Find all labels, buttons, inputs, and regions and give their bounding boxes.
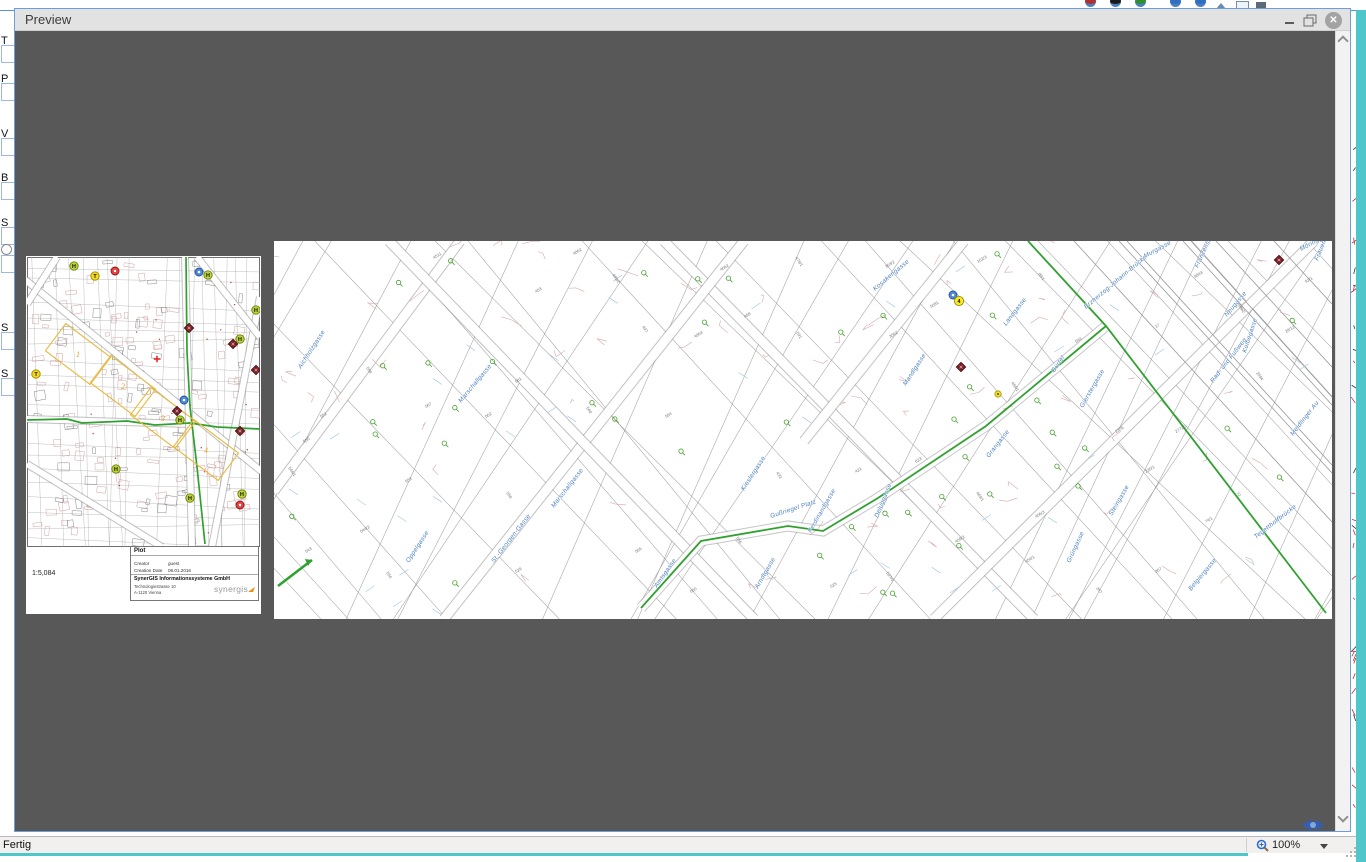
status-separator bbox=[1246, 838, 1247, 852]
strip-index-number: 4 bbox=[204, 446, 208, 455]
title-block-title: Plot bbox=[131, 547, 258, 556]
synergis-logo: synergis bbox=[214, 584, 254, 594]
map-title-block: Plot Creatorguest Creation Date08.01.201… bbox=[130, 546, 259, 601]
map-marker-h: H bbox=[70, 262, 78, 270]
company-address: Technologiestrasse 10 A-1120 Vienna bbox=[134, 584, 176, 597]
form-input[interactable] bbox=[1, 45, 14, 63]
map-marker-red bbox=[236, 501, 244, 509]
zoom-magnifier-icon[interactable] bbox=[1256, 839, 1269, 852]
map-marker-y4: 4 bbox=[954, 296, 963, 305]
map-marker-h: H bbox=[176, 416, 184, 424]
map-marker-blue bbox=[195, 268, 203, 276]
form-input[interactable] bbox=[1, 255, 14, 273]
creator-value: guest bbox=[168, 560, 179, 567]
zoom-level[interactable]: 100% bbox=[1272, 838, 1300, 853]
window-title: Preview bbox=[25, 12, 71, 27]
strip-index-number: 2 bbox=[121, 382, 125, 391]
svg-text:H: H bbox=[206, 273, 210, 279]
background-form-panel: T P V B S S S bbox=[0, 11, 14, 836]
scroll-up-icon[interactable] bbox=[1336, 31, 1350, 48]
preview-scrollbar[interactable] bbox=[1335, 31, 1350, 831]
map-marker-h: H bbox=[238, 490, 246, 498]
company-name: SynerGIS Informationssysteme GmbH bbox=[131, 574, 258, 583]
creator-label: Creator bbox=[134, 560, 168, 567]
toolbar-icon-red[interactable] bbox=[1085, 0, 1096, 7]
map-marker-t: T bbox=[91, 272, 99, 280]
map-scale-text: 1:5,084 bbox=[32, 570, 55, 577]
form-radio[interactable] bbox=[1, 244, 12, 255]
svg-text:H: H bbox=[114, 467, 118, 473]
close-icon[interactable]: ✕ bbox=[1325, 12, 1342, 29]
status-text: Fertig bbox=[3, 838, 31, 853]
map-marker-h: H bbox=[186, 494, 194, 502]
strip-index-number: 3 bbox=[160, 414, 165, 423]
resize-grip[interactable] bbox=[1345, 847, 1357, 859]
scroll-down-icon[interactable] bbox=[1336, 810, 1350, 827]
zoom-dropdown-caret-icon[interactable] bbox=[1320, 844, 1328, 849]
blue-ornament-icon bbox=[1300, 817, 1326, 833]
svg-text:4: 4 bbox=[958, 299, 961, 305]
toolbar-icon-black[interactable] bbox=[1110, 0, 1121, 7]
form-input[interactable] bbox=[1, 182, 14, 200]
svg-text:H: H bbox=[254, 308, 258, 314]
form-input[interactable] bbox=[1, 227, 14, 245]
map-marker-h: H bbox=[112, 465, 120, 473]
map-marker-h: H bbox=[252, 306, 260, 314]
status-bar: Fertig 100% bbox=[0, 836, 1356, 853]
strip-index-number: 1 bbox=[76, 350, 80, 359]
teal-edge-bar bbox=[1356, 10, 1366, 862]
preview-titlebar[interactable]: Preview ✕ bbox=[15, 9, 1350, 31]
map-marker-h: H bbox=[236, 335, 244, 343]
svg-text:H: H bbox=[238, 337, 242, 343]
map-marker-h: H bbox=[204, 271, 212, 279]
restore-icon[interactable] bbox=[1303, 14, 1318, 27]
strip-map-page: 45114862493/24534662478/1163/2102/388/18… bbox=[274, 241, 1332, 619]
svg-text:H: H bbox=[72, 264, 76, 270]
svg-text:H: H bbox=[188, 496, 192, 502]
svg-text:H: H bbox=[240, 492, 244, 498]
form-input[interactable] bbox=[1, 138, 14, 156]
overview-map-page: 1 2 3 4 H T H H H T H H H H 1:5,084 Plot Creatorguest… bbox=[26, 256, 261, 614]
svg-text:H: H bbox=[178, 418, 182, 424]
form-input[interactable] bbox=[1, 83, 14, 101]
toolbar-icon-blue-1[interactable] bbox=[1170, 0, 1181, 7]
map-marker-t: T bbox=[32, 370, 40, 378]
map-marker-blue bbox=[180, 396, 188, 404]
screen: T P V B S S S Fertig 100% bbox=[0, 0, 1366, 862]
form-input[interactable] bbox=[1, 378, 14, 396]
toolbar-icon-blue-2[interactable] bbox=[1195, 0, 1206, 7]
preview-canvas: 1 2 3 4 H T H H H T H H H H 1:5,084 Plot Creatorguest… bbox=[15, 31, 1350, 831]
form-input[interactable] bbox=[1, 332, 14, 350]
map-marker-red bbox=[111, 267, 119, 275]
map-marker-ydot bbox=[995, 391, 1001, 397]
preview-window: Preview ✕ 1 2 3 4 H T H H H T H H H H 1:5,084 Plot Cr… bbox=[14, 8, 1351, 832]
minimize-icon[interactable] bbox=[1284, 13, 1296, 27]
toolbar-icon-green[interactable] bbox=[1135, 0, 1146, 7]
